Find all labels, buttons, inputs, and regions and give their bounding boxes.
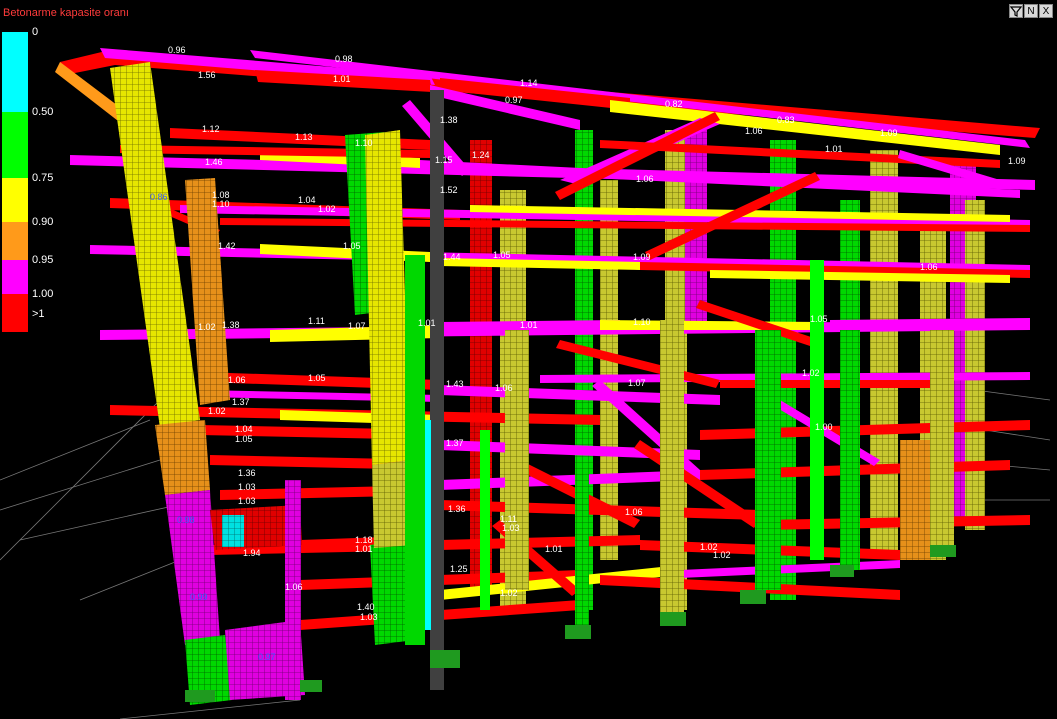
beam-label: 1.07	[348, 321, 366, 331]
beam-label: 1.05	[493, 250, 511, 260]
legend-label: >1	[32, 308, 45, 320]
beam-label: 1.09	[880, 128, 898, 138]
beam-label: 1.02	[500, 588, 518, 598]
beam-label: 1.01	[355, 544, 373, 554]
beam-label: 1.06	[495, 383, 513, 393]
beam-label: 1.02	[802, 368, 820, 378]
beam-label: 1.38	[440, 115, 458, 125]
beam-label: 1.06	[228, 375, 246, 385]
beam-label: 1.24	[472, 150, 490, 160]
beam-label: 1.02	[208, 406, 226, 416]
beam-label: 0.97	[505, 95, 523, 105]
beam-label: 1.04	[298, 195, 316, 205]
beam-label: 1.05	[235, 434, 253, 444]
legend-label: 1.00	[32, 288, 54, 300]
3d-model-viewport[interactable]: 0.96 0.98 1.56 1.01 1.14 0.97 0.82 0.83 …	[0, 0, 1057, 719]
beam-label: 1.40	[357, 602, 375, 612]
beam-label: 1.06	[285, 582, 303, 592]
beam-label: 0.96	[168, 45, 186, 55]
beam-label: 0.98	[335, 54, 353, 64]
beam-label: 1.01	[418, 318, 436, 328]
beam-label: 1.42	[218, 241, 236, 251]
legend-swatch-green	[2, 112, 28, 178]
beam-label: 1.52	[440, 185, 458, 195]
beam-label: 1.11	[308, 316, 325, 326]
legend-label: 0.95	[32, 254, 54, 266]
beam-label: 0.82	[665, 99, 683, 109]
beam-label: 1.01	[545, 544, 563, 554]
beam-label: 1.44	[443, 252, 461, 262]
view-title: Betonarme kapasite oranı	[3, 7, 129, 19]
beam-label: 1.94	[243, 548, 261, 558]
beam-label: 1.02	[700, 542, 718, 552]
beam-label: 0.83	[777, 115, 795, 125]
beam-label: 1.25	[450, 564, 468, 574]
wall-label: 0.98	[177, 515, 195, 525]
beam-label: 1.10	[633, 317, 651, 327]
beam-label: 1.38	[222, 320, 240, 330]
beam-label: 1.46	[205, 157, 223, 167]
beam-label: 1.37	[232, 397, 250, 407]
structural-model-canvas[interactable]: 0.96 0.98 1.56 1.01 1.14 0.97 0.82 0.83 …	[0, 0, 1057, 719]
legend-label: 0.50	[32, 106, 54, 118]
beam-label: 1.06	[920, 262, 938, 272]
beam-label: 1.43	[446, 379, 464, 389]
view-toolbar: N X	[1009, 4, 1053, 18]
north-view-button[interactable]: N	[1024, 4, 1038, 18]
beam-label: 1.03	[238, 496, 256, 506]
beam-label: 1.00	[815, 422, 833, 432]
beam-label: 1.02	[198, 322, 216, 332]
beam-label: 1.06	[745, 126, 763, 136]
beam-label: 1.10	[212, 199, 230, 209]
beam-label: 1.02	[318, 204, 336, 214]
legend-label: 0	[32, 26, 39, 38]
legend-label: 0.90	[32, 216, 54, 228]
legend-swatch-orange	[2, 222, 28, 260]
beam-label: 1.09	[633, 252, 651, 262]
beam-label: 1.03	[360, 612, 378, 622]
beam-label: 1.05	[308, 373, 326, 383]
legend-swatch-red	[2, 294, 28, 332]
beam-label: 1.10	[355, 138, 373, 148]
beam-label: 1.09	[1008, 156, 1026, 166]
beam-label: 1.03	[238, 482, 256, 492]
wall-label: 0.86	[150, 192, 168, 202]
legend-swatch-cyan	[2, 32, 28, 112]
beam-label: 1.06	[625, 507, 643, 517]
beam-label: 1.03	[502, 523, 520, 533]
beam-label: 1.01	[825, 144, 843, 154]
beam-label: 1.05	[810, 314, 828, 324]
close-view-button[interactable]: X	[1039, 4, 1053, 18]
beam-label: 1.14	[520, 78, 538, 88]
wall-label: 0.99	[190, 592, 208, 602]
beam-label: 1.01	[520, 320, 538, 330]
beam-label: 1.06	[636, 174, 654, 184]
beam-label: 1.05	[343, 241, 361, 251]
wall-label: 0.97	[258, 652, 276, 662]
legend-swatch-magenta	[2, 260, 28, 294]
beam-label: 1.15	[435, 155, 453, 165]
beam-label: 1.04	[235, 424, 253, 434]
beam-label: 1.56	[198, 70, 216, 80]
beam-label: 1.07	[628, 378, 646, 388]
beam-label: 1.12	[202, 124, 220, 134]
filter-icon[interactable]	[1009, 4, 1023, 18]
beam-label: 1.36	[238, 468, 256, 478]
beam-label: 1.13	[295, 132, 313, 142]
beam-label: 1.36	[448, 504, 466, 514]
legend-label: 0.75	[32, 172, 54, 184]
legend-swatch-yellow	[2, 178, 28, 222]
beam-label: 1.01	[333, 74, 351, 84]
beam-label: 1.37	[446, 438, 464, 448]
